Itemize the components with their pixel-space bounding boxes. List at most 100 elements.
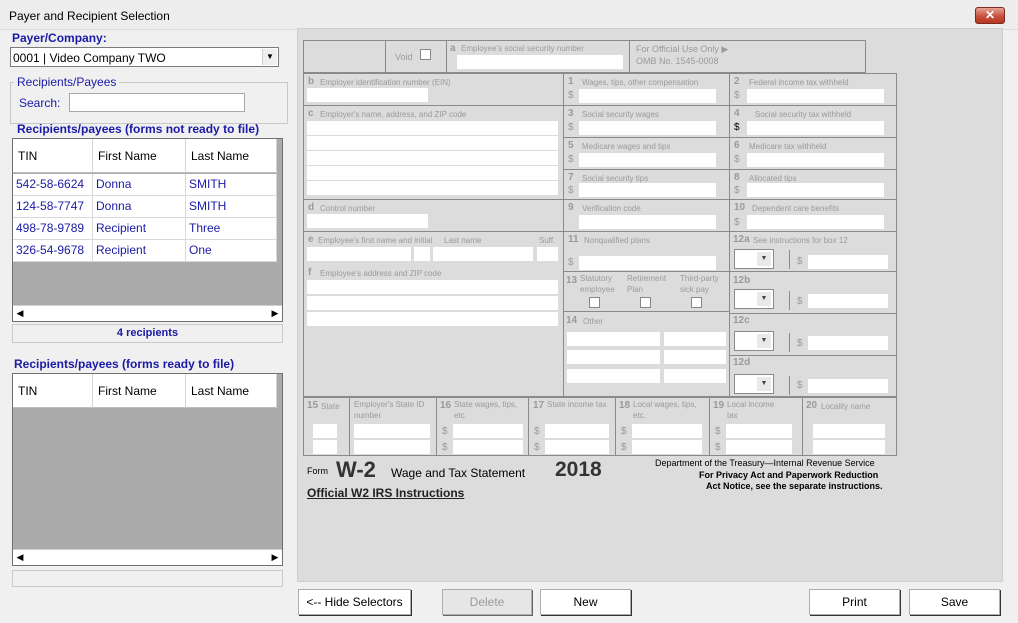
dollar-sign: $ [797, 296, 803, 307]
box-3-field[interactable] [579, 121, 716, 135]
box-9-field[interactable] [579, 215, 716, 229]
column-header-tin[interactable]: TIN [13, 374, 93, 408]
box-4-field[interactable] [747, 121, 884, 135]
table-row[interactable]: 326-54-9678 Recipient One [13, 240, 277, 262]
box-12a-amount[interactable] [808, 255, 888, 269]
box-7-field[interactable] [579, 183, 716, 197]
box-6-field[interactable] [747, 153, 884, 167]
box-12a-code-select[interactable]: ▼ [734, 249, 774, 269]
chevron-down-icon[interactable]: ▼ [757, 252, 771, 266]
chevron-down-icon[interactable]: ▼ [757, 292, 771, 306]
box-d-number: d [308, 202, 315, 213]
box-d-label: Control number [320, 204, 376, 213]
control-number-field[interactable] [307, 214, 428, 228]
employer-name-line-1[interactable] [307, 121, 558, 135]
scroll-left-icon[interactable]: ◀ [15, 552, 25, 563]
scroll-right-icon[interactable]: ▶ [270, 552, 280, 563]
state-id-field-1[interactable] [354, 424, 430, 438]
box-12b-amount[interactable] [808, 294, 888, 308]
w2-form: Void a Employee's social security number… [303, 40, 897, 456]
column-header-last-name[interactable]: Last Name [186, 374, 277, 408]
box-14-desc-3[interactable] [567, 369, 660, 383]
box-14-amount-3[interactable] [664, 369, 726, 383]
box-12d-amount[interactable] [808, 379, 888, 393]
void-checkbox[interactable] [420, 49, 431, 60]
employer-name-line-5[interactable] [307, 181, 558, 195]
statutory-employee-checkbox[interactable] [589, 297, 600, 308]
box-12b-code-select[interactable]: ▼ [734, 289, 774, 309]
state-field-2[interactable] [313, 440, 337, 454]
box-14-amount-1[interactable] [664, 332, 726, 346]
table-row[interactable]: 124-58-7747 Donna SMITH [13, 196, 277, 218]
hide-selectors-button[interactable]: <-- Hide Selectors [298, 589, 411, 615]
box-14-amount-2[interactable] [664, 350, 726, 364]
box-20-field-1[interactable] [813, 424, 885, 438]
box-12c-amount[interactable] [808, 336, 888, 350]
payer-select[interactable]: 0001 | Video Company TWO ▼ [10, 47, 279, 67]
employee-last-name-field[interactable] [433, 247, 533, 261]
box-10-field[interactable] [747, 215, 884, 229]
box-2-field[interactable] [747, 89, 884, 103]
column-header-first-name[interactable]: First Name [93, 374, 186, 408]
delete-button[interactable]: Delete [442, 589, 532, 615]
table-row[interactable]: 498-78-9789 Recipient Three [13, 218, 277, 240]
close-icon[interactable]: ✕ [975, 7, 1005, 24]
chevron-down-icon[interactable]: ▼ [757, 334, 771, 348]
ready-grid[interactable]: TIN First Name Last Name ◀ ▶ [12, 373, 283, 566]
employer-name-line-2[interactable] [307, 136, 558, 150]
box-17-field-2[interactable] [545, 440, 609, 454]
ein-field[interactable] [307, 88, 428, 102]
box-1-field[interactable] [579, 89, 716, 103]
box-12d-number: 12d [733, 357, 751, 368]
employee-address-line-2[interactable] [307, 296, 558, 310]
employer-name-line-3[interactable] [307, 151, 558, 165]
box-8-field[interactable] [747, 183, 884, 197]
box-14-desc-1[interactable] [567, 332, 660, 346]
box-5-number: 5 [568, 140, 574, 151]
save-button[interactable]: Save [909, 589, 1000, 615]
horizontal-scrollbar[interactable]: ◀ ▶ [13, 305, 282, 321]
employee-initial-field[interactable] [414, 247, 430, 261]
recipient-count: 4 recipients [12, 324, 283, 343]
employee-suffix-field[interactable] [537, 247, 558, 261]
box-19-field-2[interactable] [726, 440, 792, 454]
table-row[interactable]: 542-58-6624 Donna SMITH [13, 174, 277, 196]
box-12c-code-select[interactable]: ▼ [734, 331, 774, 351]
box-14-desc-2[interactable] [567, 350, 660, 364]
horizontal-scrollbar[interactable]: ◀ ▶ [13, 549, 282, 565]
employee-ssn-field[interactable] [457, 55, 623, 69]
retirement-plan-checkbox[interactable] [640, 297, 651, 308]
state-id-field-2[interactable] [354, 440, 430, 454]
box-16-field-1[interactable] [453, 424, 523, 438]
box-19-field-1[interactable] [726, 424, 792, 438]
box-e-number: e [308, 234, 314, 245]
box-16-field-2[interactable] [453, 440, 523, 454]
box-20-field-2[interactable] [813, 440, 885, 454]
box-3-number: 3 [568, 108, 574, 119]
scroll-left-icon[interactable]: ◀ [15, 308, 25, 319]
search-input[interactable] [69, 93, 245, 112]
employer-name-line-4[interactable] [307, 166, 558, 180]
column-header-last-name[interactable]: Last Name [186, 139, 277, 173]
irs-instructions-link[interactable]: Official W2 IRS Instructions [307, 486, 464, 500]
third-party-sick-pay-checkbox[interactable] [691, 297, 702, 308]
box-11-field[interactable] [579, 256, 716, 270]
box-18-field-2[interactable] [632, 440, 702, 454]
box-18-field-1[interactable] [632, 424, 702, 438]
column-header-tin[interactable]: TIN [13, 139, 93, 173]
not-ready-grid[interactable]: TIN First Name Last Name 542-58-6624 Don… [12, 138, 283, 322]
column-header-first-name[interactable]: First Name [93, 139, 186, 173]
box-12d-code-select[interactable]: ▼ [734, 374, 774, 394]
cell-tin: 498-78-9789 [13, 218, 93, 240]
new-button[interactable]: New [540, 589, 631, 615]
box-5-field[interactable] [579, 153, 716, 167]
state-field-1[interactable] [313, 424, 337, 438]
box-17-field-1[interactable] [545, 424, 609, 438]
employee-first-name-field[interactable] [307, 247, 411, 261]
chevron-down-icon[interactable]: ▼ [757, 377, 771, 391]
employee-address-line-3[interactable] [307, 312, 558, 326]
print-button[interactable]: Print [809, 589, 900, 615]
scroll-right-icon[interactable]: ▶ [270, 308, 280, 319]
employee-address-line-1[interactable] [307, 280, 558, 294]
chevron-down-icon[interactable]: ▼ [262, 49, 277, 65]
